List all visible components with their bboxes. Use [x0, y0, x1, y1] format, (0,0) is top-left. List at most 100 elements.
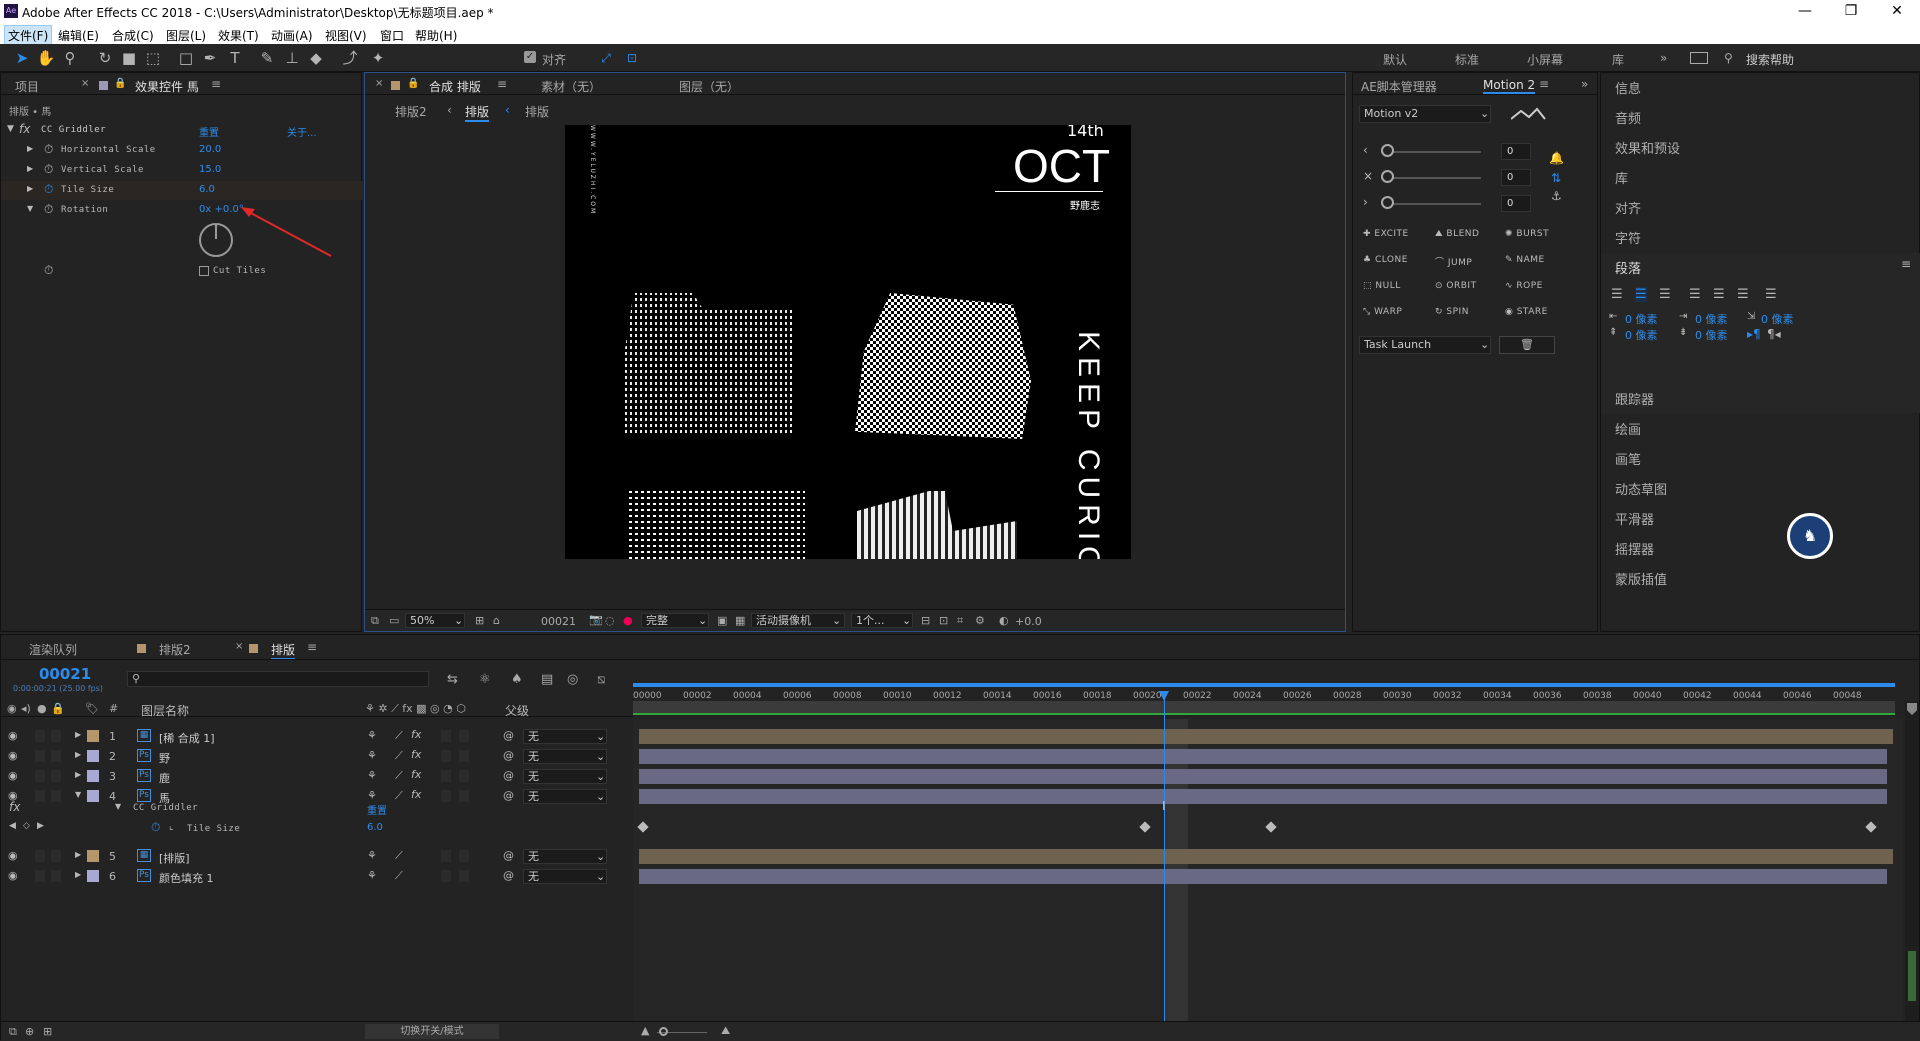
- mode-toggle[interactable]: [459, 870, 469, 882]
- mode-toggle[interactable]: [441, 730, 451, 742]
- rotate-tool-icon[interactable]: ↻: [95, 48, 115, 68]
- name-button[interactable]: ✎ NAME: [1505, 255, 1545, 265]
- workspace-library[interactable]: 库: [1612, 51, 1624, 68]
- layer-name[interactable]: [稀 合成 1]: [159, 730, 215, 746]
- current-time[interactable]: 00021: [541, 615, 576, 628]
- menu-animation[interactable]: 动画(A): [271, 27, 313, 44]
- scroll-thumb[interactable]: [1908, 951, 1916, 1001]
- tab-script-manager[interactable]: AE脚本管理器: [1361, 78, 1437, 95]
- workspace-default[interactable]: 默认: [1383, 51, 1407, 68]
- chevron-left-icon[interactable]: ‹: [505, 103, 510, 117]
- indent-first-value[interactable]: 0 像素: [1761, 311, 1794, 327]
- timeline-timecode[interactable]: 00021: [39, 665, 91, 683]
- indent-right-value[interactable]: 0 像素: [1695, 311, 1728, 327]
- ltr-icon[interactable]: ▸¶: [1747, 327, 1761, 341]
- menu-layer[interactable]: 图层(L): [166, 27, 206, 44]
- expand-panels-icon[interactable]: »: [1581, 77, 1588, 91]
- menu-composition[interactable]: 合成(C): [112, 27, 154, 44]
- panel-menu-icon[interactable]: ≡: [497, 77, 507, 91]
- mode-toggle[interactable]: [441, 750, 451, 762]
- hand-tool-icon[interactable]: ✋: [36, 48, 56, 68]
- zoom-out-icon[interactable]: ▲: [641, 1024, 649, 1037]
- region-icon[interactable]: ▣: [717, 614, 727, 627]
- clone-stamp-tool-icon[interactable]: ⊥: [282, 48, 302, 68]
- timeline-icon[interactable]: ⌗: [957, 614, 963, 628]
- lock-toggle[interactable]: [51, 870, 61, 882]
- expand-icon[interactable]: ▼: [7, 124, 14, 134]
- transparency-grid-icon[interactable]: ▦: [735, 614, 745, 627]
- justify-all-icon[interactable]: ☰: [1765, 287, 1777, 302]
- pickwhip-icon[interactable]: @: [503, 749, 514, 762]
- layer-row[interactable]: ◉ ▶ 6 Ps 颜色填充 1 ⚘ ⟋ @ 无 ⌄: [1, 867, 633, 886]
- scroll-top-icon[interactable]: [1907, 703, 1917, 715]
- camera-select[interactable]: 活动摄像机 ⌄: [751, 613, 845, 628]
- menu-file[interactable]: 文件(F): [4, 25, 53, 46]
- eye-icon[interactable]: ◉: [8, 749, 18, 762]
- lock-icon[interactable]: 🔒: [407, 78, 419, 89]
- layer-duration-bar[interactable]: [639, 789, 1887, 804]
- mode-toggle[interactable]: [459, 770, 469, 782]
- expand-icon[interactable]: ▶: [75, 750, 81, 759]
- stopwatch-icon[interactable]: ⏱: [44, 263, 53, 278]
- panel-menu-icon[interactable]: ≡: [307, 640, 317, 654]
- slider-knob[interactable]: [1381, 144, 1394, 157]
- mask-icon[interactable]: ⌂: [493, 614, 500, 627]
- toggle-icon[interactable]: ⊟: [921, 614, 930, 627]
- flowchart-icon[interactable]: ⚙: [975, 614, 985, 627]
- menu-help[interactable]: 帮助(H): [415, 27, 457, 44]
- exposure-value[interactable]: +0.0: [1015, 615, 1042, 628]
- stare-button[interactable]: ◉ STARE: [1505, 307, 1548, 317]
- effect-reset-link[interactable]: 重置: [367, 802, 387, 817]
- spin-button[interactable]: ↻ SPIN: [1435, 307, 1469, 317]
- pixel-aspect-icon[interactable]: ⊡: [939, 614, 948, 627]
- eye-icon[interactable]: ◉: [8, 869, 18, 882]
- parent-select[interactable]: 无 ⌄: [523, 769, 607, 784]
- label-color-swatch[interactable]: [87, 730, 99, 742]
- mode-toggle[interactable]: [459, 750, 469, 762]
- label-color-swatch[interactable]: [87, 850, 99, 862]
- ease-both-icon[interactable]: ×: [1363, 169, 1373, 183]
- quality-switch-icon[interactable]: ⟋: [395, 869, 403, 883]
- panel-effects-presets[interactable]: 效果和预设: [1615, 138, 1680, 157]
- stopwatch-icon[interactable]: ⏱: [44, 162, 53, 177]
- panel-menu-icon[interactable]: ≡: [211, 77, 221, 91]
- layer-duration-bar[interactable]: [639, 869, 1887, 884]
- solo-toggle[interactable]: [35, 730, 45, 742]
- lock-icon[interactable]: 🔒: [114, 78, 126, 89]
- audio-icon[interactable]: ◂): [21, 702, 31, 715]
- frame-blend-icon[interactable]: ▤: [541, 672, 553, 687]
- close-icon[interactable]: ×: [81, 78, 89, 89]
- layer-row[interactable]: ◉ ▶ 1 ▦ [稀 合成 1] ⚘ ⟋ fx @ 无 ⌄: [1, 727, 633, 746]
- work-area-bar[interactable]: [633, 683, 1895, 687]
- brush-tool-icon[interactable]: ✎: [257, 48, 277, 68]
- slider-value[interactable]: 0: [1501, 195, 1531, 212]
- always-preview-icon[interactable]: ⧉: [371, 614, 379, 628]
- panel-audio[interactable]: 音频: [1615, 108, 1641, 127]
- layer-name[interactable]: [排版]: [159, 850, 190, 866]
- layer-duration-bar[interactable]: [639, 769, 1887, 784]
- panel-info[interactable]: 信息: [1615, 78, 1641, 97]
- workspace-small-screen[interactable]: 小屏幕: [1527, 51, 1563, 68]
- shy-switch-icon[interactable]: ⚘: [367, 749, 377, 762]
- panel-align[interactable]: 对齐: [1615, 198, 1641, 217]
- quality-switch-icon[interactable]: ⟋: [395, 729, 403, 743]
- solo-icon[interactable]: ●: [37, 702, 47, 715]
- menu-effect[interactable]: 效果(T): [218, 27, 259, 44]
- column-parent[interactable]: 父级: [505, 702, 529, 719]
- expand-icon[interactable]: ▶: [27, 164, 33, 173]
- lock-toggle[interactable]: [51, 850, 61, 862]
- lock-toggle[interactable]: [51, 730, 61, 742]
- snap-icon[interactable]: ⤢: [596, 48, 616, 68]
- menu-edit[interactable]: 编辑(E): [58, 27, 99, 44]
- parent-select[interactable]: 无 ⌄: [523, 869, 607, 884]
- label-color-swatch[interactable]: [87, 750, 99, 762]
- parent-select[interactable]: 无 ⌄: [523, 729, 607, 744]
- expand-icon[interactable]: ▶: [27, 184, 33, 193]
- minimize-icon[interactable]: —: [1782, 0, 1828, 24]
- panel-paint[interactable]: 绘画: [1615, 419, 1641, 438]
- label-color-swatch[interactable]: [87, 870, 99, 882]
- panel-tracker[interactable]: 跟踪器: [1615, 389, 1654, 408]
- layer-row[interactable]: ◉ ▶ 5 ▦ [排版] ⚘ ⟋ @ 无 ⌄: [1, 847, 633, 866]
- ease-in-icon[interactable]: ‹: [1363, 143, 1368, 157]
- monitor-icon[interactable]: ▭: [389, 614, 399, 627]
